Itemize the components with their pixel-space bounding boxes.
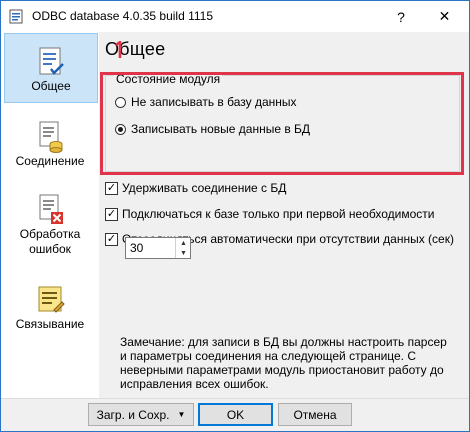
load-save-button[interactable]: Загр. и Сохр. ▼: [88, 403, 194, 426]
cancel-label: Отмена: [293, 407, 337, 422]
dropdown-arrow-icon: ▼: [177, 410, 186, 419]
check-keep-connection-box[interactable]: ✓: [105, 181, 118, 195]
error-handling-icon: [39, 194, 63, 224]
general-settings-icon: [39, 47, 64, 75]
note-text: Замечание: для записи в БД вы должны нас…: [120, 335, 447, 391]
radio-write-new[interactable]: Записывать новые данные в БД: [115, 122, 310, 136]
title-bar: ODBC database 4.0.35 build 1115 ? ✕: [1, 1, 469, 32]
radio-no-write-label: Не записывать в базу данных: [131, 95, 297, 109]
binding-icon: [38, 286, 65, 313]
sidebar-label-binding: Связывание: [15, 317, 85, 331]
check-keep-connection[interactable]: ✓ Удерживать соединение с БД: [105, 181, 286, 195]
footer-divider: [1, 398, 469, 399]
sidebar-label-error-handling: Обработка ошибок: [19, 227, 81, 256]
radio-no-write-indicator[interactable]: [115, 96, 126, 108]
spin-up-arrow-icon[interactable]: ▲: [175, 238, 191, 248]
red-marker-icon: [115, 41, 122, 58]
check-keep-connection-label: Удерживать соединение с БД: [122, 181, 287, 195]
help-button[interactable]: ?: [384, 1, 418, 32]
dialog-window: ODBC database 4.0.35 build 1115 ? ✕ Обще…: [0, 0, 470, 432]
spin-down-arrow-icon[interactable]: ▼: [175, 248, 191, 258]
sidebar: Общее Соединение Обработка ошибок Связыв…: [1, 32, 99, 398]
connection-icon: [39, 121, 63, 153]
sidebar-item-binding[interactable]: Связывание: [4, 283, 96, 333]
timeout-input[interactable]: [126, 238, 178, 258]
close-button[interactable]: ✕: [420, 1, 469, 32]
sidebar-label-general: Общее: [31, 79, 71, 93]
radio-write-new-label: Записывать новые данные в БД: [131, 122, 311, 136]
ok-label: OK: [226, 407, 245, 422]
sidebar-item-general[interactable]: Общее: [4, 33, 98, 103]
timeout-spinner[interactable]: ▲ ▼: [125, 237, 191, 259]
app-icon: [9, 9, 23, 24]
sidebar-item-connection[interactable]: Соединение: [4, 120, 96, 170]
cancel-button[interactable]: Отмена: [278, 403, 352, 426]
sidebar-label-connection: Соединение: [15, 154, 85, 168]
sidebar-item-error-handling[interactable]: Обработка ошибок: [4, 193, 96, 261]
radio-write-new-indicator[interactable]: [115, 123, 126, 135]
window-title: ODBC database 4.0.35 build 1115: [32, 9, 214, 23]
load-save-label: Загр. и Сохр.: [96, 407, 170, 422]
check-connect-on-demand-box[interactable]: ✓: [105, 207, 118, 221]
check-connect-on-demand[interactable]: ✓ Подключаться к базе только при первой …: [105, 207, 434, 221]
check-auto-disconnect-box[interactable]: ✓: [105, 232, 118, 246]
radio-no-write[interactable]: Не записывать в базу данных: [115, 95, 297, 109]
check-connect-on-demand-label: Подключаться к базе только при первой не…: [122, 207, 435, 221]
ok-button[interactable]: OK: [198, 403, 273, 426]
